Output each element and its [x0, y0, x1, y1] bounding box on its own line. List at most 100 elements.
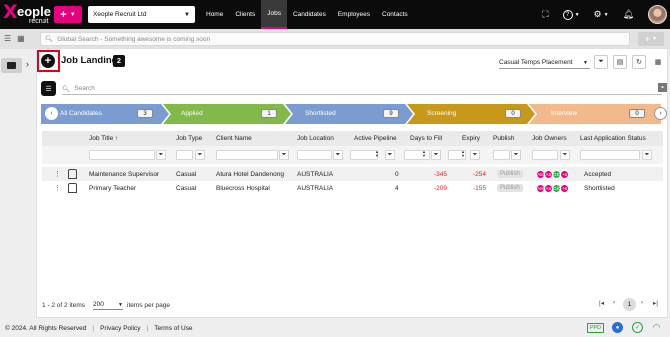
pipeline-prev-chevron-icon[interactable]: ‹ — [45, 107, 58, 120]
help-icon[interactable]: ? ▼ — [562, 9, 580, 20]
logo-subtext: recruit — [29, 18, 49, 25]
cell-publish[interactable]: Publish — [497, 167, 523, 181]
page-size-select[interactable]: 200 ▼ — [93, 300, 123, 310]
row-menu-icon[interactable]: ⋮ — [54, 181, 61, 195]
filter-icon[interactable]: ⏷ — [431, 150, 441, 160]
expand-sidebar-chevron-icon[interactable]: › — [26, 59, 29, 69]
company-select[interactable]: Xeople Recruit Ltd ▼ — [88, 6, 195, 23]
stage-interview[interactable]: Interview 0 — [529, 104, 661, 124]
filter-icon[interactable]: ⏷ — [156, 150, 166, 160]
filter-icon[interactable]: ⏷ — [333, 150, 343, 160]
pipeline-next-chevron-icon[interactable]: › — [654, 107, 667, 120]
calendar-icon[interactable]: ▤ — [613, 55, 627, 69]
first-page-icon[interactable]: |◂ — [599, 299, 604, 307]
settings-gear-icon[interactable]: ⚙ ▼ — [594, 9, 609, 20]
header-last-application-status[interactable]: Last Application Status — [580, 135, 646, 142]
stage-label: Applied — [181, 110, 203, 117]
quick-add-button[interactable]: + ▼ — [54, 6, 82, 23]
jobs-module-tab[interactable] — [1, 58, 22, 73]
xeople-logo[interactable]: X eople recruit — [3, 2, 51, 27]
job-title-filter-input[interactable] — [89, 150, 155, 160]
filter-icon[interactable]: ⏷ — [195, 150, 205, 160]
prev-page-icon[interactable]: ‹ — [613, 299, 615, 306]
days-spinner[interactable]: ▲ ▼ — [420, 150, 428, 160]
row-menu-icon[interactable]: ⋮ — [54, 167, 61, 181]
header-client-name[interactable]: Client Name — [216, 135, 252, 142]
nav-contacts[interactable]: Contacts — [376, 0, 414, 29]
user-avatar[interactable] — [648, 5, 667, 24]
owner-more-badge[interactable]: +6 — [560, 183, 569, 193]
table-row[interactable]: ⋮ Maintenance Supervisor Casual Atura Ho… — [42, 167, 663, 181]
notification-bell-icon[interactable]: 🔔︎ — [623, 9, 634, 20]
header-job-owners[interactable]: Job Owners — [532, 135, 567, 142]
nav-clients[interactable]: Clients — [229, 0, 261, 29]
header-days-to-fill[interactable]: Days to Fill — [410, 135, 442, 142]
header-expiry[interactable]: Expiry — [462, 135, 480, 142]
cell-publish[interactable]: Publish — [497, 181, 523, 195]
publish-button[interactable]: Publish — [497, 170, 523, 178]
cell-job-title[interactable]: Maintenance Supervisor — [89, 167, 159, 181]
stage-screening[interactable]: Screening 0 — [407, 104, 535, 124]
current-page-button[interactable]: 1 — [623, 298, 636, 311]
chevron-down-icon: ▼ — [69, 11, 76, 18]
owner-more-badge[interactable]: +6 — [560, 169, 569, 179]
header-job-location[interactable]: Job Location — [297, 135, 334, 142]
secondary-add-button[interactable]: + ▼ — [638, 32, 664, 46]
top-navbar: X eople recruit + ▼ Xeople Recruit Ltd ▼ … — [0, 0, 670, 29]
copyright-text: © 2024. All Rights Reserved — [5, 325, 87, 332]
location-filter-input[interactable] — [297, 150, 332, 160]
header-label: Job Title — [89, 135, 114, 142]
stage-shortlisted[interactable]: Shortlisted 9 — [285, 104, 413, 124]
terms-of-use-link[interactable]: Terms of Use — [154, 325, 192, 332]
filter-icon[interactable]: ⏷ — [279, 150, 289, 160]
header-job-title[interactable]: Job Title ↑ — [89, 135, 118, 142]
expiry-spinner[interactable]: ▲ ▼ — [459, 150, 467, 160]
header-publish[interactable]: Publish — [493, 135, 514, 142]
grid-view-icon[interactable]: ▦ — [17, 34, 25, 43]
filter-icon[interactable]: ⏷ — [385, 150, 395, 160]
last-page-icon[interactable]: ▸| — [653, 299, 658, 307]
header-job-type[interactable]: Job Type — [176, 135, 202, 142]
privacy-policy-link[interactable]: Privacy Policy — [100, 325, 140, 332]
filter-icon[interactable]: ⏷ — [642, 150, 652, 160]
column-grid-icon[interactable]: ▦ — [651, 55, 665, 69]
check-circle-icon[interactable]: ✓ — [632, 322, 643, 333]
refresh-icon[interactable]: ↻ — [632, 55, 646, 69]
ppd-badge[interactable]: PPD — [587, 323, 604, 333]
status-filter-input[interactable] — [580, 150, 640, 160]
side-filter-icon[interactable]: ⏷ — [658, 83, 667, 92]
owners-filter-input[interactable] — [532, 150, 558, 160]
job-search-input[interactable]: 🔍︎ Search — [62, 83, 662, 95]
pipeline-spinner[interactable]: ▲ ▼ — [373, 150, 381, 160]
nav-employees[interactable]: Employees — [332, 0, 376, 29]
nav-candidates[interactable]: Candidates — [287, 0, 332, 29]
list-view-icon[interactable]: ☰ — [4, 34, 11, 43]
stage-applied[interactable]: Applied 1 — [163, 104, 291, 124]
add-job-button[interactable]: + — [41, 54, 55, 68]
header-active-pipeline[interactable]: Active Pipeline — [354, 135, 397, 142]
user-circle-icon[interactable]: ● — [612, 322, 623, 333]
job-search-placeholder: Search — [74, 85, 95, 92]
filter-icon[interactable]: ⏷ — [594, 55, 608, 69]
filter-icon[interactable]: ⏷ — [470, 150, 480, 160]
nav-jobs[interactable]: Jobs — [261, 0, 287, 29]
nav-home[interactable]: Home — [200, 0, 229, 29]
table-row[interactable]: ⋮ Primary Teacher Casual Bluecross Hospi… — [42, 181, 663, 195]
publish-filter-input[interactable] — [493, 150, 510, 160]
next-page-icon[interactable]: › — [641, 299, 643, 306]
placement-type-select[interactable]: Casual Temps Placement ▼ — [499, 57, 590, 69]
cell-job-title[interactable]: Primary Teacher — [89, 181, 136, 195]
fullscreen-icon[interactable]: ⛶ — [542, 9, 548, 20]
items-per-page-label: items per page — [127, 302, 170, 309]
global-search-input[interactable]: 🔍︎ Global Search - Something awesome is … — [40, 32, 630, 46]
filter-icon[interactable]: ⏷ — [511, 150, 521, 160]
stage-label: Screening — [427, 110, 457, 117]
cell-client-name[interactable]: Atura Hotel Dandenong — [216, 167, 284, 181]
publish-button[interactable]: Publish — [497, 184, 523, 192]
stage-all-candidates[interactable]: All Candidates 3 — [41, 104, 169, 124]
filter-panel-button[interactable]: ☰ — [41, 81, 56, 96]
client-filter-input[interactable] — [216, 150, 278, 160]
filter-icon[interactable]: ⏷ — [560, 150, 570, 160]
cell-client-name[interactable]: Bluecross Hospital — [216, 181, 270, 195]
job-type-filter-input[interactable] — [176, 150, 193, 160]
